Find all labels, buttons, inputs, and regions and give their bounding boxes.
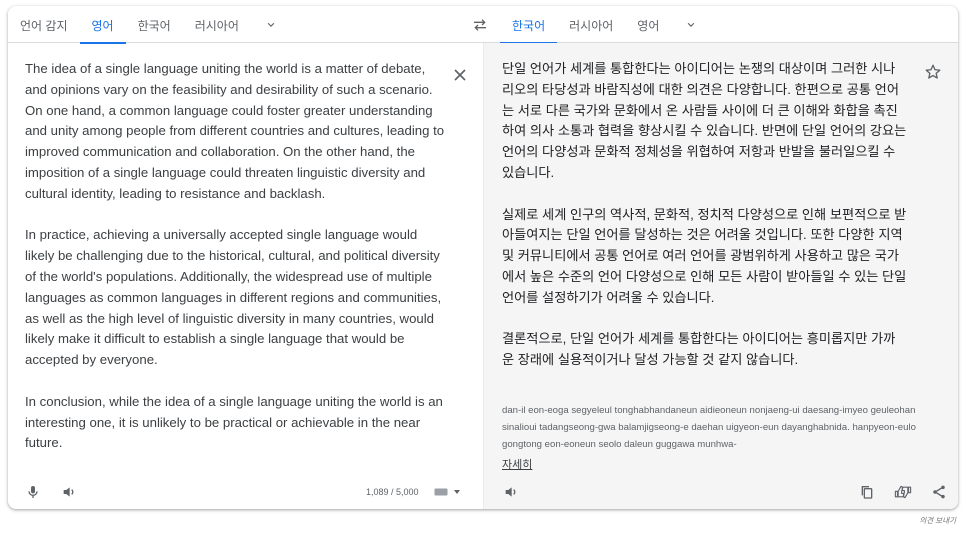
share-translation-button[interactable] [928, 481, 950, 503]
tab-target-english[interactable]: 영어 [625, 6, 671, 43]
translation-output: 단일 언어가 세계를 통합한다는 아이디어는 논쟁의 대상이며 그러한 시나리오… [502, 59, 907, 392]
tab-target-russian[interactable]: 러시아어 [557, 6, 625, 43]
source-footer: 1,089 / 5,000 [8, 475, 483, 509]
language-bar: 언어 감지 영어 한국어 러시아어 한국어 러시아어 영어 [8, 6, 958, 44]
source-language-tabs: 언어 감지 영어 한국어 러시아어 [8, 6, 291, 44]
chevron-down-icon [264, 18, 278, 32]
swap-languages-button[interactable] [468, 14, 492, 36]
translator-card: 언어 감지 영어 한국어 러시아어 한국어 러시아어 영어 The idea o… [8, 6, 958, 509]
share-icon [931, 484, 947, 500]
source-more-languages-button[interactable] [251, 6, 291, 43]
tab-target-korean[interactable]: 한국어 [500, 6, 558, 44]
rate-translation-button[interactable] [892, 481, 914, 503]
clear-source-button[interactable] [450, 65, 470, 85]
translation-paragraph: 결론적으로, 단일 언어가 세계를 통합한다는 아이디어는 흥미롭지만 가까운 … [502, 331, 896, 368]
star-icon [924, 63, 946, 81]
tab-detect-language[interactable]: 언어 감지 [8, 6, 80, 43]
target-language-tabs: 한국어 러시아어 영어 [500, 6, 711, 44]
copy-icon [859, 484, 875, 500]
tab-source-korean[interactable]: 한국어 [126, 6, 183, 43]
target-more-languages-button[interactable] [671, 6, 711, 43]
mic-icon [25, 484, 41, 500]
source-text-input[interactable]: The idea of a single language uniting th… [25, 59, 445, 475]
character-count: 1,089 / 5,000 [366, 487, 419, 497]
show-more-link[interactable]: 자세히 [502, 456, 532, 472]
translation-footer [484, 475, 958, 509]
input-tools-button[interactable] [434, 484, 470, 500]
keyboard-icon [434, 487, 448, 497]
speaker-icon [61, 484, 77, 500]
source-paragraph: In practice, achieving a universally acc… [25, 227, 442, 368]
source-paragraph: In conclusion, while the idea of a singl… [25, 393, 443, 451]
chevron-down-icon [454, 490, 460, 494]
translation-paragraph: 단일 언어가 세계를 통합한다는 아이디어는 논쟁의 대상이며 그러한 시나리오… [502, 61, 907, 180]
copy-translation-button[interactable] [856, 481, 878, 503]
thumbs-icon [894, 484, 912, 500]
send-feedback-link[interactable]: 의견 보내기 [919, 515, 956, 526]
listen-translation-button[interactable] [500, 481, 522, 503]
romanization-text: dan-il eon-eoga segyeleul tonghabhandane… [502, 405, 916, 450]
mic-button[interactable] [22, 481, 44, 503]
source-paragraph: The idea of a single language uniting th… [25, 61, 445, 201]
chevron-down-icon [684, 18, 698, 32]
translation-paragraph: 실제로 세계 인구의 역사적, 문화적, 정치적 다양성으로 인해 보편적으로 … [502, 206, 907, 305]
tab-source-russian[interactable]: 러시아어 [183, 6, 251, 43]
swap-icon [472, 18, 488, 32]
close-icon [450, 65, 470, 85]
listen-source-button[interactable] [58, 481, 80, 503]
translation-panel: 단일 언어가 세계를 통합한다는 아이디어는 논쟁의 대상이며 그러한 시나리오… [483, 43, 958, 509]
speaker-icon [503, 484, 519, 500]
tab-source-english[interactable]: 영어 [79, 6, 126, 44]
save-translation-button[interactable] [924, 63, 946, 85]
source-panel: The idea of a single language uniting th… [8, 43, 483, 509]
